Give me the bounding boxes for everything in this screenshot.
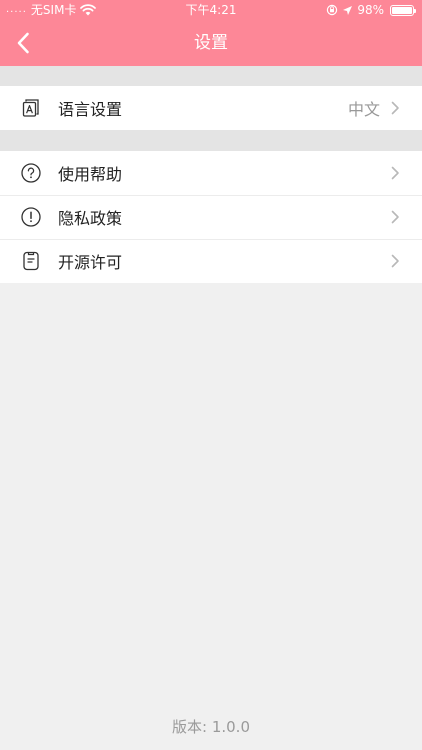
info-group: 使用帮助 隐私政策 开源许可 [0, 151, 422, 283]
language-group: 语言设置 中文 [0, 86, 422, 130]
status-right: 98% [326, 0, 416, 20]
location-icon [343, 5, 353, 15]
chevron-right-icon [391, 210, 399, 224]
row-open-source[interactable]: 开源许可 [0, 239, 422, 283]
status-bar: ..... 无SIM卡 下午4:21 98% [0, 0, 422, 20]
page-title: 设置 [194, 33, 228, 53]
orientation-lock-icon [327, 4, 338, 16]
section-spacer [0, 130, 422, 151]
battery-percent: 98% [357, 3, 384, 17]
row-label: 开源许可 [58, 253, 123, 272]
row-privacy[interactable]: 隐私政策 [0, 195, 422, 239]
chevron-right-icon [391, 101, 399, 115]
language-value: 中文 [347, 100, 380, 119]
help-icon [20, 162, 42, 184]
chevron-right-icon [391, 254, 399, 268]
battery-level [392, 6, 412, 14]
row-label: 隐私政策 [58, 209, 123, 228]
battery-icon [390, 4, 416, 16]
battery-tip [414, 8, 416, 13]
chevron-right-icon [391, 166, 399, 180]
license-icon [20, 250, 42, 272]
row-language-settings[interactable]: 语言设置 中文 [0, 86, 422, 130]
header-bar: ..... 无SIM卡 下午4:21 98% 设置 [0, 0, 422, 66]
version-label: 版本: 1.0.0 [172, 718, 250, 736]
privacy-icon [20, 206, 42, 228]
language-icon [20, 97, 42, 119]
row-label: 使用帮助 [58, 165, 123, 184]
row-help[interactable]: 使用帮助 [0, 151, 422, 195]
row-label: 语言设置 [58, 100, 123, 119]
section-spacer [0, 66, 422, 86]
nav-bar: 设置 [0, 20, 422, 66]
